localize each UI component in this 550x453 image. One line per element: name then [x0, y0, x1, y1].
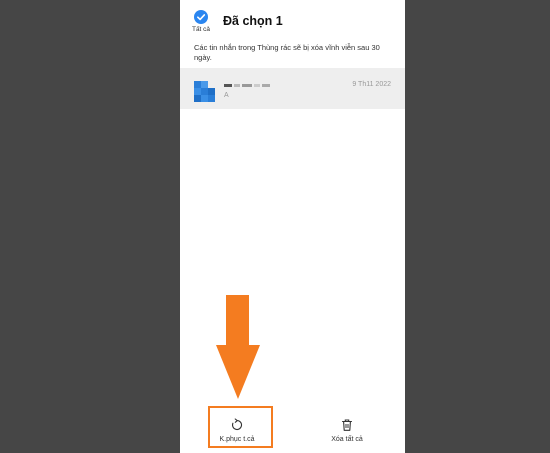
restore-highlight-box	[208, 406, 273, 448]
avatar	[194, 81, 215, 102]
sender-name-redacted	[224, 80, 270, 90]
message-row[interactable]: A 9 Th11 2022	[180, 68, 405, 109]
selection-header: Tất cả Đã chọn 1	[180, 0, 405, 38]
select-all-label: Tất cả	[191, 26, 211, 33]
message-date: 9 Th11 2022	[352, 81, 391, 88]
delete-all-label: Xóa tất cả	[331, 436, 363, 443]
message-snippet: A	[224, 92, 229, 99]
trash-icon	[340, 418, 354, 432]
page-title: Đã chọn 1	[223, 14, 283, 28]
trash-screen: Tất cả Đã chọn 1 Các tin nhắn trong Thùn…	[180, 0, 405, 453]
check-circle-icon	[194, 10, 208, 24]
down-arrow-icon	[216, 295, 260, 404]
delete-all-button[interactable]: Xóa tất cả	[307, 410, 387, 450]
trash-notice: Các tin nhắn trong Thùng rác sẽ bị xóa v…	[194, 43, 380, 62]
select-all-toggle[interactable]: Tất cả	[190, 10, 212, 34]
